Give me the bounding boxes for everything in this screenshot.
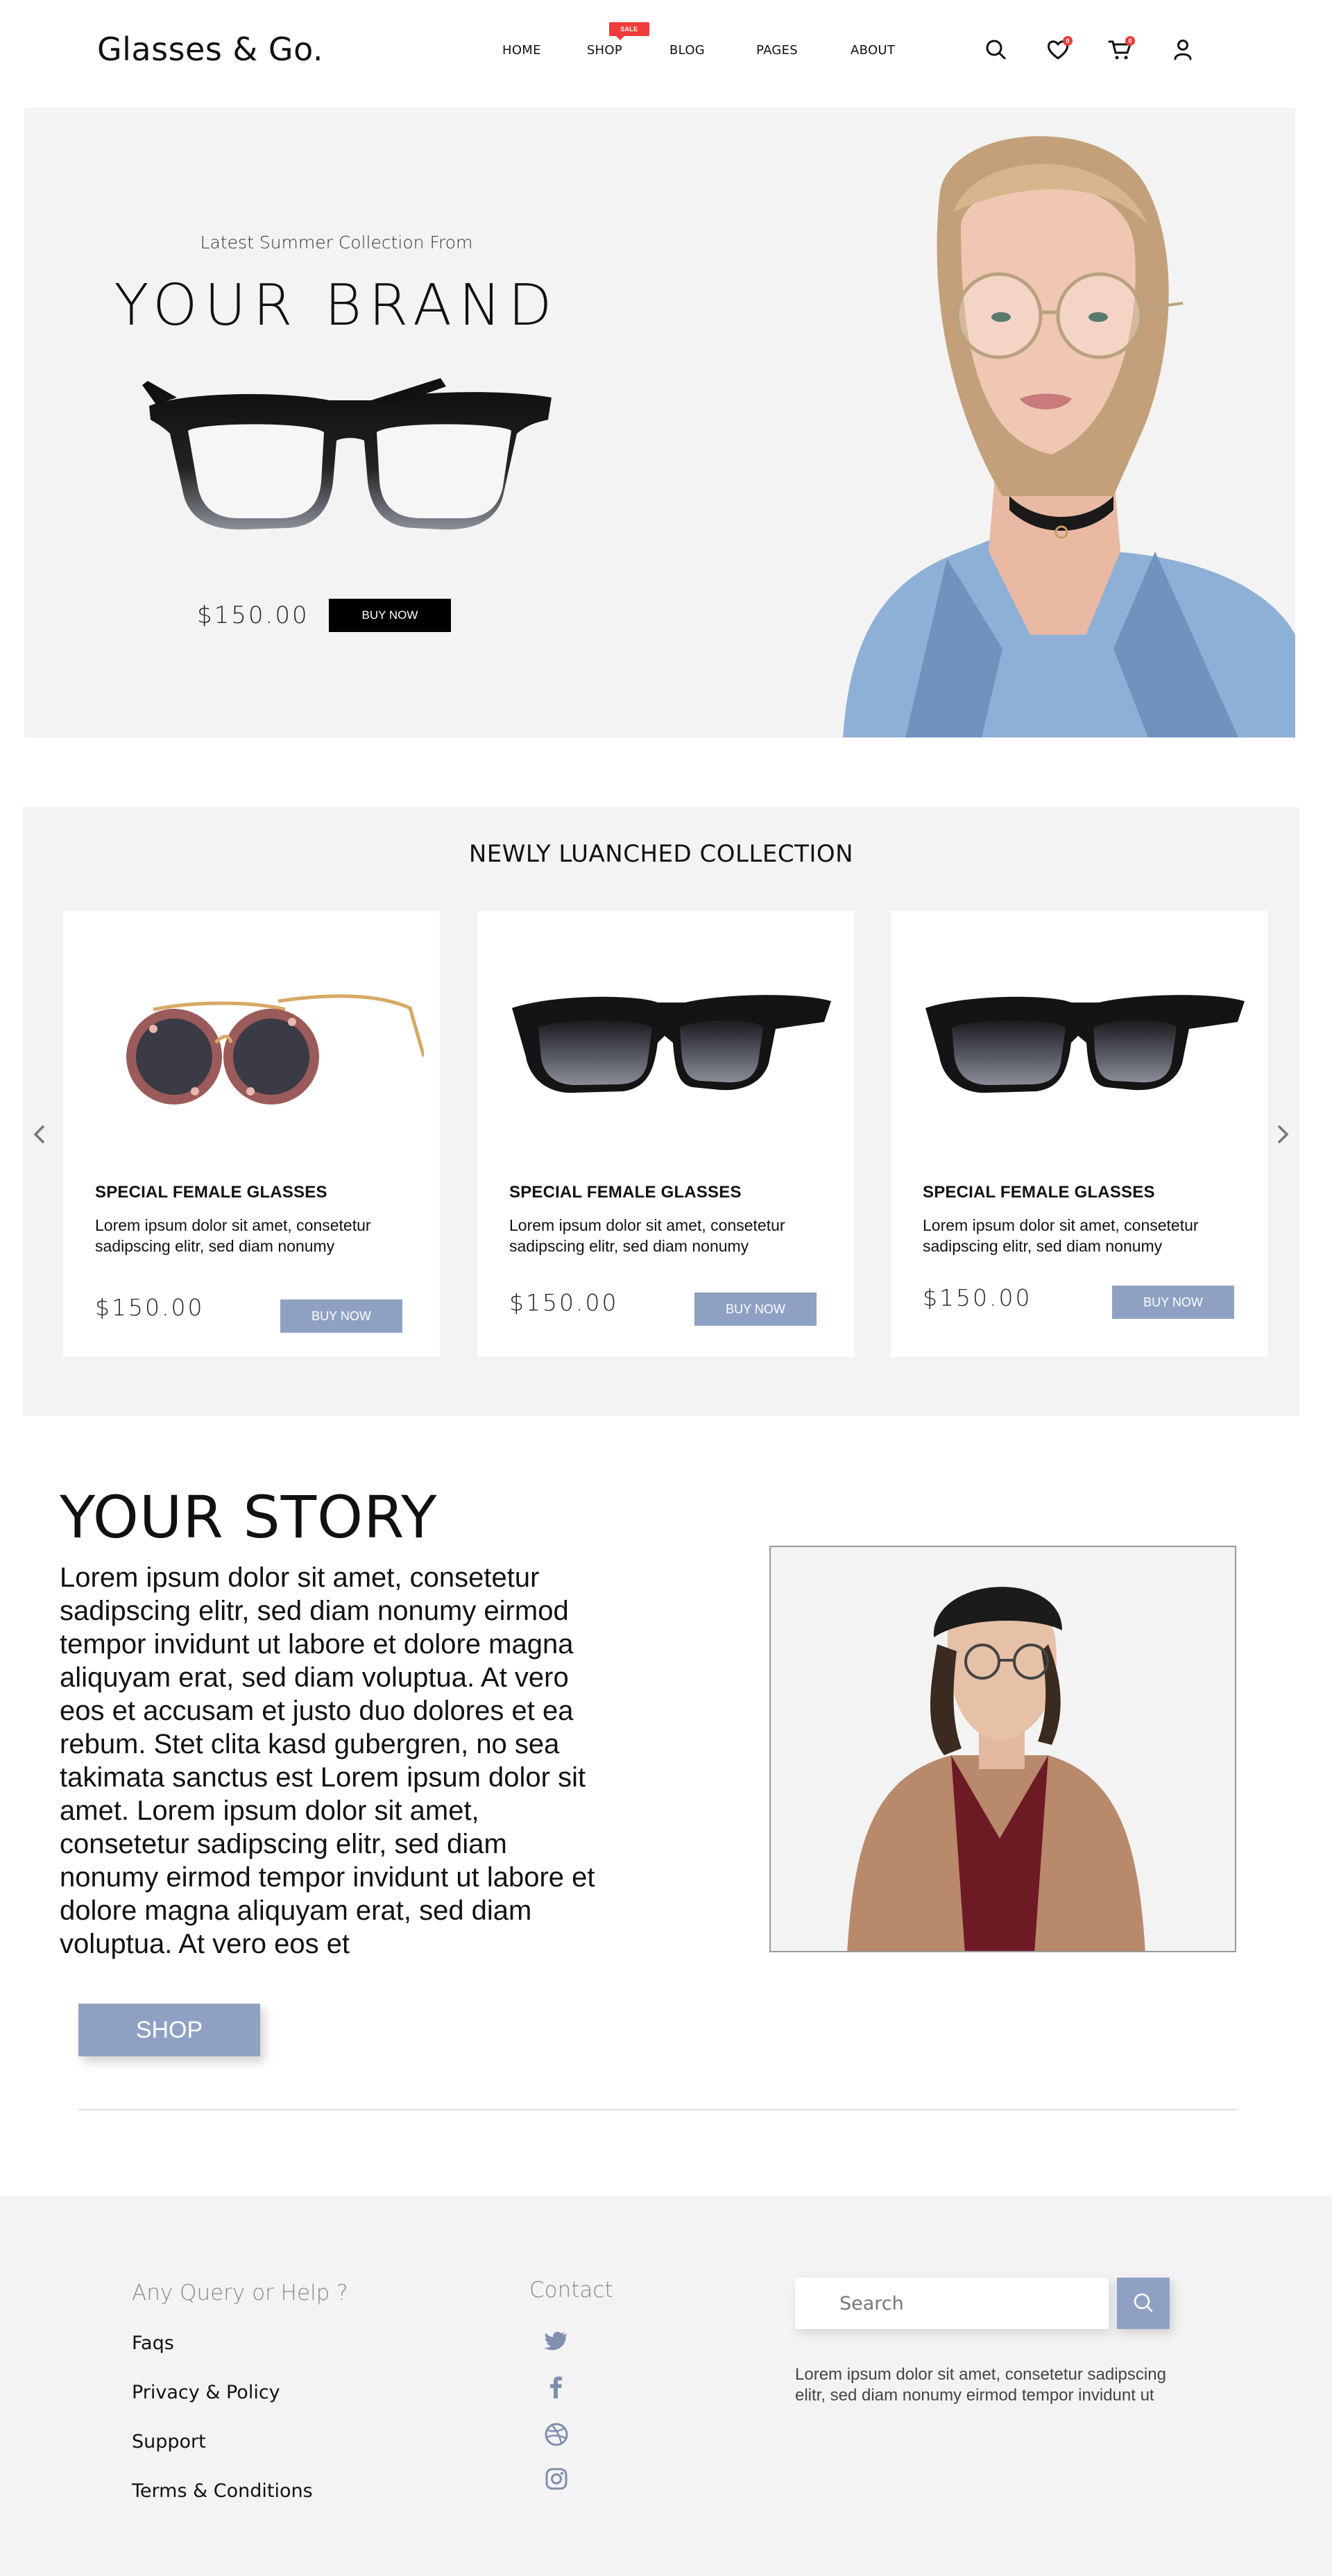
footer-link-support[interactable]: Support bbox=[132, 2431, 206, 2453]
instagram-icon[interactable] bbox=[544, 2466, 569, 2491]
sale-badge: SALE bbox=[608, 22, 649, 40]
footer-link-privacy-policy[interactable]: Privacy & Policy bbox=[132, 2382, 280, 2403]
carousel-next-arrow[interactable] bbox=[1269, 1119, 1297, 1150]
collection-title: NEWLY LUANCHED COLLECTION bbox=[468, 840, 854, 868]
footer-note: Lorem ipsum dolor sit amet, consetetur s… bbox=[795, 2365, 1166, 2405]
story-image bbox=[769, 1546, 1236, 1952]
hero-banner: Latest Summer Collection From YOUR BRAND… bbox=[24, 108, 1295, 737]
search-icon bbox=[1134, 2293, 1153, 2312]
product-card[interactable]: SPECIAL FEMALE GLASSES Lorem ipsum dolor… bbox=[477, 911, 854, 1357]
carousel-prev-arrow[interactable] bbox=[26, 1119, 53, 1150]
story-model-image bbox=[771, 1547, 1235, 1951]
nav-home[interactable]: HOME bbox=[502, 43, 541, 61]
cart-count-badge: 0 bbox=[1125, 36, 1135, 46]
header-icons: 0 0 bbox=[982, 36, 1196, 62]
hero-buy-now-button[interactable]: BUY NOW bbox=[329, 599, 451, 632]
hero-subtitle: Latest Summer Collection From bbox=[200, 232, 473, 253]
footer-link-faqs[interactable]: Faqs bbox=[132, 2332, 174, 2354]
product-description: Lorem ipsum dolor sit amet, consetetur s… bbox=[95, 1216, 371, 1255]
collection-section: NEWLY LUANCHED COLLECTION SPECIAL FEMALE… bbox=[23, 807, 1299, 1416]
twitter-icon[interactable] bbox=[544, 2328, 569, 2353]
hero-title: YOUR BRAND bbox=[114, 273, 559, 339]
product-buy-now-button[interactable]: BUY NOW bbox=[280, 1299, 402, 1333]
nav-shop-label: SHOP bbox=[586, 43, 622, 58]
product-name: SPECIAL FEMALE GLASSES bbox=[923, 1183, 1155, 1202]
footer-search-input[interactable] bbox=[795, 2278, 1109, 2329]
product-name: SPECIAL FEMALE GLASSES bbox=[95, 1183, 327, 1202]
search-icon[interactable] bbox=[982, 36, 1009, 62]
dribbble-icon[interactable] bbox=[544, 2422, 569, 2447]
footer: Any Query or Help ? Faqs Privacy & Polic… bbox=[0, 2196, 1332, 2576]
wayfarer-sunglasses-image bbox=[925, 995, 1245, 1093]
cart-icon[interactable]: 0 bbox=[1107, 36, 1135, 62]
wayfarer-sunglasses-image bbox=[512, 995, 831, 1093]
section-divider bbox=[78, 2109, 1237, 2110]
footer-help-title: Any Query or Help ? bbox=[132, 2280, 348, 2305]
hero-price: $150.00 bbox=[197, 602, 309, 629]
product-price: $150.00 bbox=[923, 1284, 1032, 1311]
story-title: YOUR STORY bbox=[60, 1483, 438, 1551]
user-icon[interactable] bbox=[1170, 36, 1196, 62]
logo[interactable]: Glasses & Go. bbox=[97, 31, 323, 68]
product-buy-now-button[interactable]: BUY NOW bbox=[694, 1293, 817, 1326]
nav-pages[interactable]: PAGES bbox=[756, 43, 798, 61]
product-name: SPECIAL FEMALE GLASSES bbox=[509, 1183, 742, 1202]
product-price: $150.00 bbox=[509, 1289, 619, 1316]
product-description: Lorem ipsum dolor sit amet, consetetur s… bbox=[923, 1216, 1199, 1255]
footer-link-terms-conditions[interactable]: Terms & Conditions bbox=[132, 2480, 313, 2502]
nav-shop[interactable]: SALE SHOP bbox=[586, 22, 649, 61]
footer-search-button[interactable] bbox=[1117, 2278, 1170, 2329]
product-buy-now-button[interactable]: BUY NOW bbox=[1112, 1286, 1234, 1319]
heart-icon[interactable]: 0 bbox=[1045, 36, 1073, 62]
wishlist-count-badge: 0 bbox=[1063, 36, 1073, 46]
hero-model-image bbox=[822, 108, 1295, 737]
nav-blog[interactable]: BLOG bbox=[669, 43, 705, 61]
product-price: $150.00 bbox=[95, 1294, 205, 1321]
main-nav: HOME SALE SHOP BLOG PAGES ABOUT bbox=[502, 22, 895, 61]
facebook-icon[interactable] bbox=[544, 2375, 569, 2400]
shop-button[interactable]: SHOP bbox=[78, 2004, 260, 2056]
product-card[interactable]: SPECIAL FEMALE GLASSES Lorem ipsum dolor… bbox=[891, 911, 1267, 1357]
product-description: Lorem ipsum dolor sit amet, consetetur s… bbox=[509, 1216, 785, 1255]
story-text: Lorem ipsum dolor sit amet, consetetur s… bbox=[60, 1562, 595, 1959]
footer-contact-title: Contact bbox=[529, 2278, 613, 2303]
header: Glasses & Go. HOME SALE SHOP BLOG PAGES … bbox=[0, 0, 1332, 104]
round-sunglasses-image bbox=[126, 994, 424, 1104]
nav-about[interactable]: ABOUT bbox=[851, 43, 895, 61]
product-card[interactable]: SPECIAL FEMALE GLASSES Lorem ipsum dolor… bbox=[63, 911, 440, 1357]
hero-glasses-image bbox=[142, 378, 552, 530]
